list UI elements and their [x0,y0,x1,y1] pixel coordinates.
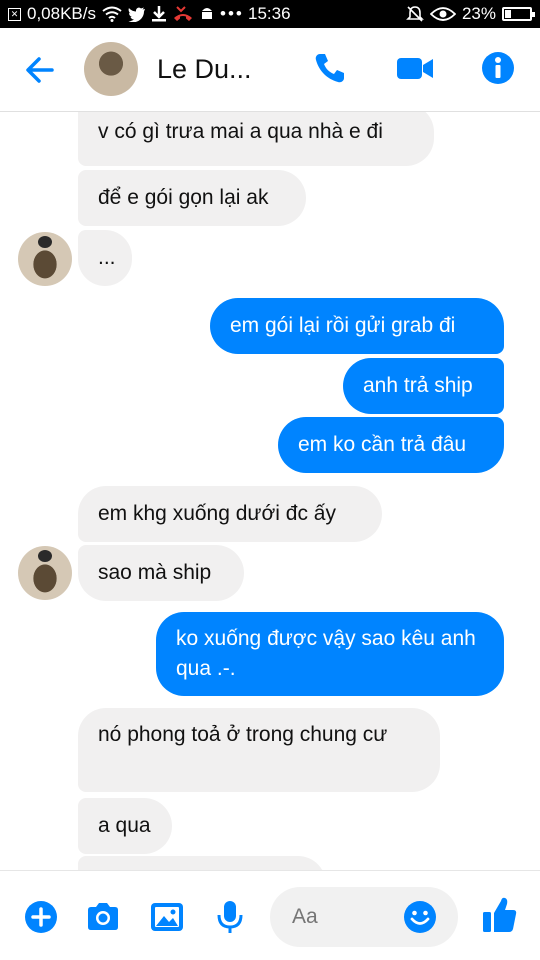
status-right: 23% [406,4,535,24]
message-outgoing[interactable]: em gói lại rồi gửi grab đi [210,298,504,354]
contact-avatar-small[interactable] [18,232,72,286]
eye-icon [429,5,456,23]
missed-call-icon [172,5,194,23]
contact-name[interactable]: Le Du... [157,54,252,85]
emoji-icon[interactable] [402,899,438,935]
status-left: ✕ 0,08KB/s ••• [8,4,406,24]
notification-box-icon: ✕ [8,5,21,23]
message-incoming[interactable]: v có gì trưa mai a qua nhà e đi [78,112,434,166]
composer-bar [0,870,540,960]
info-icon[interactable] [480,50,516,86]
gallery-icon[interactable] [149,899,185,935]
network-speed: 0,08KB/s [27,4,96,23]
back-arrow-icon[interactable] [22,52,58,88]
mic-icon[interactable] [212,899,248,935]
camera-icon[interactable] [85,899,121,935]
message-outgoing[interactable]: ko xuống được vậy sao kêu anh qua .-. [156,612,504,696]
twitter-icon [128,5,146,23]
message-incoming[interactable]: nó phong toả ở trong chung cư [78,708,440,792]
message-outgoing[interactable]: anh trả ship [343,358,504,414]
message-incoming[interactable]: để e gói gọn lại ak [78,170,306,226]
message-input[interactable] [292,901,402,933]
wifi-icon [102,5,122,23]
phone-icon[interactable] [312,50,348,86]
message-incoming[interactable]: a qua [78,798,172,854]
battery-percent: 23% [461,4,496,23]
message-list[interactable]: v có gì trưa mai a qua nhà e đi để e gói… [0,112,540,870]
status-bar: ✕ 0,08KB/s ••• 15:36 23% [0,0,540,28]
message-outgoing[interactable]: em ko cần trả đâu [278,417,504,473]
message-incoming[interactable]: sao mà ship [78,545,244,601]
download-icon [152,5,166,23]
conversation-header: Le Du... [0,28,540,112]
message-incoming-partial[interactable] [78,856,326,870]
message-incoming[interactable]: em khg xuống dưới đc ấy [78,486,382,542]
contact-avatar[interactable] [84,42,138,96]
contact-avatar-small[interactable] [18,546,72,600]
silent-icon [406,5,424,23]
like-icon[interactable] [482,895,518,932]
video-call-icon[interactable] [396,50,433,86]
plus-icon[interactable] [23,899,59,935]
status-time: 15:36 [248,4,291,23]
more-dots-icon: ••• [220,4,244,23]
android-icon [200,5,214,23]
battery-icon [502,7,535,21]
message-input-container[interactable] [270,887,458,947]
message-incoming[interactable]: ... [78,230,132,286]
